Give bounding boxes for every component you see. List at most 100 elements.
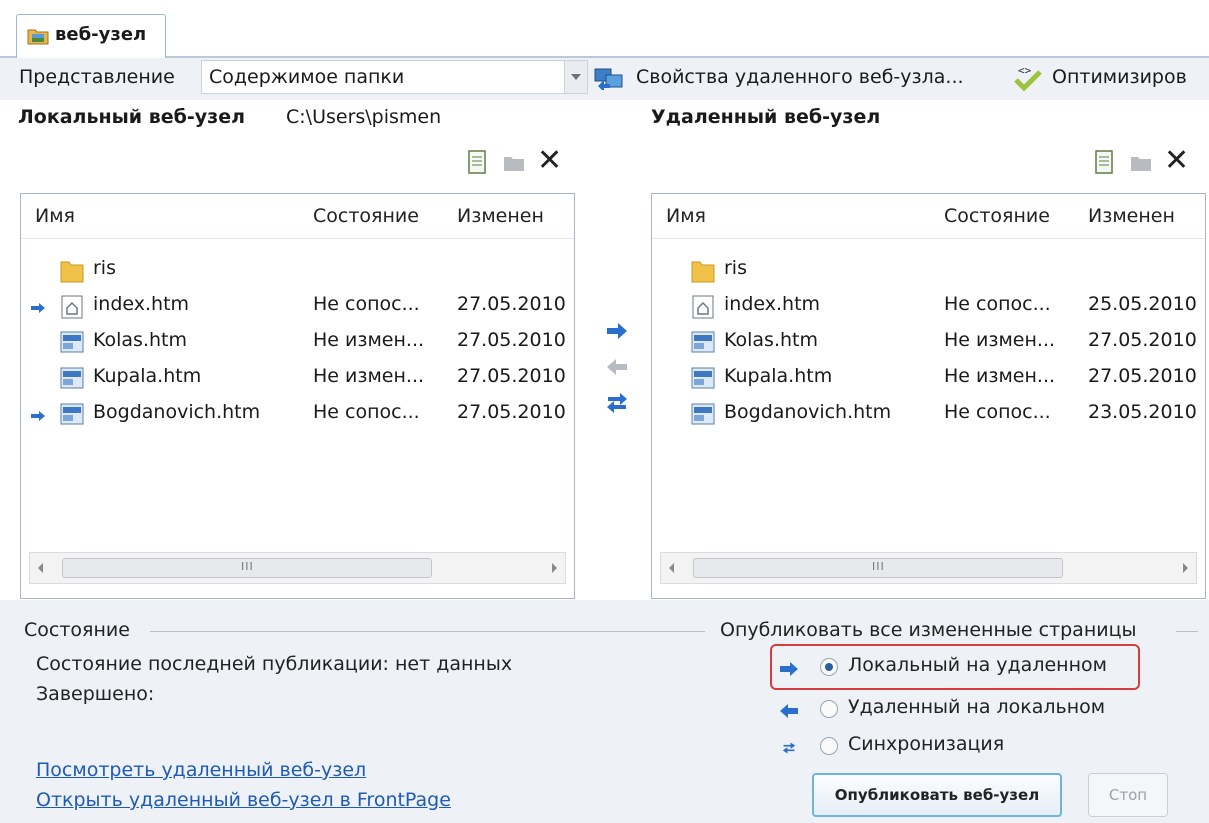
arrow-right-icon: [31, 303, 45, 313]
local-list-header: Имя Состояние Изменен: [21, 194, 574, 239]
file-name: Bogdanovich.htm: [93, 401, 261, 423]
tab-strip: [0, 0, 1209, 58]
file-name: index.htm: [93, 293, 190, 315]
new-page-icon[interactable]: [1094, 150, 1114, 174]
column-modified[interactable]: Изменен: [1088, 205, 1175, 227]
file-date: 27.05.2010: [457, 401, 566, 423]
scroll-left-icon[interactable]: [669, 563, 674, 573]
view-select[interactable]: Содержимое папки: [201, 60, 588, 94]
remote-list-header: Имя Состояние Изменен: [652, 194, 1205, 239]
divider: [1176, 631, 1198, 632]
tab-web-site[interactable]: веб-узел: [16, 14, 166, 58]
optimize-label: Оптимизиров: [1052, 66, 1187, 88]
status-section-label: Состояние: [24, 619, 130, 641]
file-name: ris: [93, 257, 116, 279]
sync-arrows-icon[interactable]: [604, 390, 630, 416]
list-item[interactable]: Kupala.htm Не измен... 27.05.2010: [21, 361, 574, 397]
remote-site-icon: [594, 68, 623, 90]
web-page-icon: [691, 367, 715, 389]
publish-section-label: Опубликовать все измененные страницы: [720, 619, 1137, 641]
file-state: Не сопос...: [944, 293, 1051, 315]
arrow-left-icon: [780, 704, 798, 718]
scroll-right-icon[interactable]: [1183, 563, 1188, 573]
list-item[interactable]: ris: [21, 253, 574, 289]
file-name: Bogdanovich.htm: [724, 401, 892, 423]
scroll-right-icon[interactable]: [552, 563, 557, 573]
folder-icon: [691, 261, 715, 283]
remote-file-list[interactable]: Имя Состояние Изменен ris index.htm Не с…: [651, 193, 1206, 599]
list-item[interactable]: Bogdanovich.htm Не сопос... 23.05.2010: [652, 397, 1205, 433]
sync-arrows-icon: [782, 742, 796, 754]
local-site-title: Локальный веб-узел: [18, 106, 246, 128]
list-item[interactable]: Kolas.htm Не измен... 27.05.2010: [652, 325, 1205, 361]
file-date: 27.05.2010: [457, 329, 566, 351]
list-item[interactable]: Kupala.htm Не измен... 27.05.2010: [652, 361, 1205, 397]
view-label: Представление: [19, 66, 175, 88]
list-item[interactable]: index.htm Не сопос... 25.05.2010: [652, 289, 1205, 325]
remote-file-tools: ✕: [1094, 144, 1204, 178]
column-state[interactable]: Состояние: [313, 205, 419, 227]
arrow-left-icon[interactable]: [604, 354, 630, 380]
column-name[interactable]: Имя: [666, 205, 706, 227]
arrow-right-icon: [31, 411, 45, 421]
new-page-icon[interactable]: [467, 150, 487, 174]
list-item[interactable]: index.htm Не сопос... 27.05.2010: [21, 289, 574, 325]
optimize-code-icon: <>: [1014, 64, 1042, 92]
file-state: Не измен...: [313, 329, 425, 351]
completed-status: Завершено:: [36, 683, 155, 705]
web-page-icon: [691, 331, 715, 353]
radio-button[interactable]: [820, 737, 838, 755]
file-date: 27.05.2010: [1088, 329, 1197, 351]
radio-button[interactable]: [820, 700, 838, 718]
column-state[interactable]: Состояние: [944, 205, 1050, 227]
file-state: Не измен...: [944, 329, 1056, 351]
list-item[interactable]: Bogdanovich.htm Не сопос... 27.05.2010: [21, 397, 574, 433]
file-state: Не сопос...: [944, 401, 1051, 423]
file-state: Не измен...: [944, 365, 1056, 387]
local-file-list[interactable]: Имя Состояние Изменен ris index.htm Не с…: [20, 193, 575, 599]
file-name: Kolas.htm: [724, 329, 818, 351]
radio-label: Локальный на удаленном: [848, 654, 1107, 676]
divider: [150, 631, 705, 632]
file-state: Не сопос...: [313, 401, 420, 423]
folder-icon: [60, 261, 84, 283]
stop-button[interactable]: Стоп: [1088, 773, 1168, 817]
file-name: Kupala.htm: [724, 365, 833, 387]
column-modified[interactable]: Изменен: [457, 205, 544, 227]
last-publish-status: Состояние последней публикации: нет данн…: [36, 653, 513, 675]
column-name[interactable]: Имя: [35, 205, 75, 227]
radio-remote-to-local[interactable]: Удаленный на локальном: [776, 694, 1176, 728]
file-state: Не сопос...: [313, 293, 420, 315]
web-page-icon: [60, 403, 84, 425]
delete-icon[interactable]: ✕: [1164, 144, 1189, 178]
tab-label: веб-узел: [55, 24, 147, 45]
radio-button[interactable]: [820, 658, 838, 676]
scroll-thumb[interactable]: III: [62, 558, 432, 578]
local-horizontal-scrollbar[interactable]: III: [29, 552, 566, 584]
file-date: 27.05.2010: [1088, 365, 1197, 387]
radio-label: Удаленный на локальном: [848, 696, 1106, 718]
list-item[interactable]: Kolas.htm Не измен... 27.05.2010: [21, 325, 574, 361]
svg-text:<>: <>: [1018, 64, 1032, 77]
view-remote-site-link[interactable]: Посмотреть удаленный веб-узел: [36, 759, 366, 781]
remote-horizontal-scrollbar[interactable]: III: [660, 552, 1197, 584]
local-site-path: C:\Users\pismen: [286, 106, 442, 128]
arrow-right-icon[interactable]: [604, 318, 630, 344]
delete-icon[interactable]: ✕: [537, 144, 562, 178]
new-folder-icon[interactable]: [503, 154, 525, 172]
file-name: index.htm: [724, 293, 821, 315]
scroll-thumb[interactable]: III: [693, 558, 1063, 578]
file-date: 27.05.2010: [457, 293, 566, 315]
open-in-frontpage-link[interactable]: Открыть удаленный веб-узел в FrontPage: [36, 789, 451, 811]
view-select-value: Содержимое папки: [209, 66, 405, 88]
new-folder-icon[interactable]: [1130, 154, 1152, 172]
file-date: 23.05.2010: [1088, 401, 1197, 423]
web-page-icon: [60, 331, 84, 353]
chevron-down-icon[interactable]: [564, 61, 587, 93]
scroll-left-icon[interactable]: [38, 563, 43, 573]
radio-synchronize[interactable]: Синхронизация: [776, 731, 1176, 765]
list-item[interactable]: ris: [652, 253, 1205, 289]
file-date: 27.05.2010: [457, 365, 566, 387]
publish-site-button[interactable]: Опубликовать веб-узел: [812, 773, 1062, 817]
radio-local-to-remote[interactable]: Локальный на удаленном: [776, 652, 1176, 686]
